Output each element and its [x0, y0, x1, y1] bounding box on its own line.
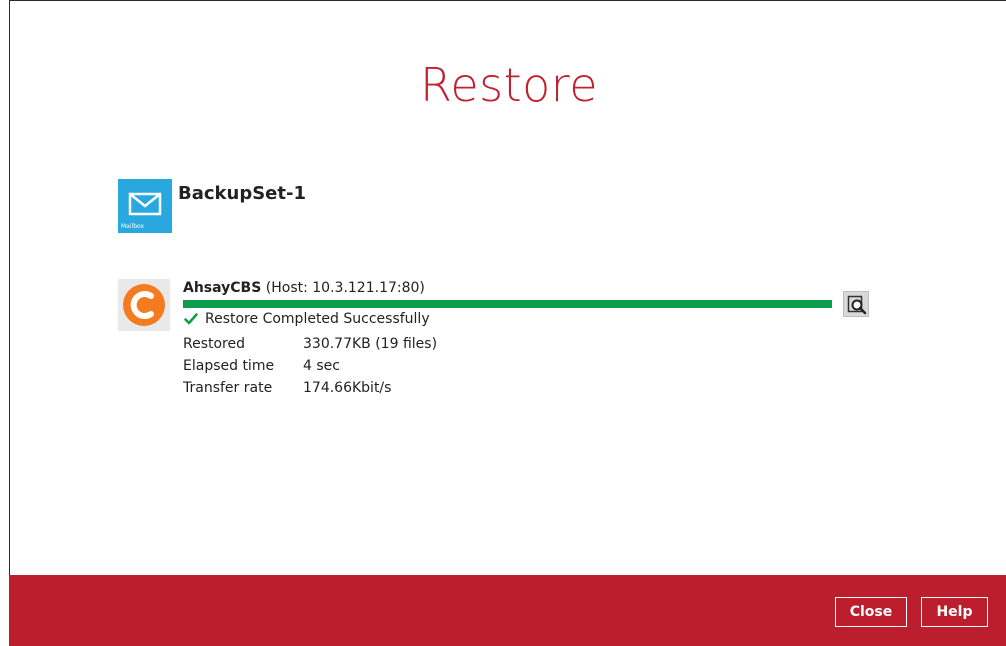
stat-row-restored: Restored 330.77KB (19 files) — [183, 333, 437, 355]
restore-progress-bar — [183, 300, 832, 308]
stat-row-elapsed-time: Elapsed time 4 sec — [183, 355, 437, 377]
restore-progress-fill — [183, 300, 832, 308]
destination-host: (Host: 10.3.121.17:80) — [265, 280, 425, 296]
help-button[interactable]: Help — [921, 597, 988, 627]
mailbox-icon-label: Mailbox — [121, 223, 145, 230]
stat-label: Restored — [183, 336, 246, 352]
stat-value: 330.77KB (19 files) — [303, 336, 438, 352]
stat-value: 4 sec — [303, 358, 340, 374]
check-icon — [184, 313, 198, 325]
view-log-button[interactable] — [843, 291, 869, 317]
close-button[interactable]: Close — [835, 597, 907, 627]
destination-line: AhsayCBS (Host: 10.3.121.17:80) — [183, 280, 425, 296]
stat-label: Transfer rate — [183, 380, 273, 396]
ahsay-logo-icon — [118, 279, 170, 331]
mailbox-icon: Mailbox — [118, 179, 172, 233]
stat-label: Elapsed time — [183, 358, 275, 374]
footer-bar: Close Help — [9, 575, 1006, 646]
backupset-name: BackupSet-1 — [178, 183, 306, 204]
restore-status: Restore Completed Successfully — [184, 311, 430, 327]
stat-row-transfer-rate: Transfer rate 174.66Kbit/s — [183, 377, 437, 399]
page-title: Restore — [419, 58, 599, 112]
destination-name: AhsayCBS — [183, 280, 262, 296]
stat-value: 174.66Kbit/s — [303, 380, 392, 396]
window-border-top — [9, 0, 1006, 1]
restore-status-text: Restore Completed Successfully — [205, 311, 430, 327]
magnify-icon — [847, 295, 867, 315]
restore-window: Restore Mailbox BackupSet-1 AhsayCBS (Ho… — [0, 0, 1006, 646]
restore-stats: Restored 330.77KB (19 files) Elapsed tim… — [183, 333, 437, 399]
